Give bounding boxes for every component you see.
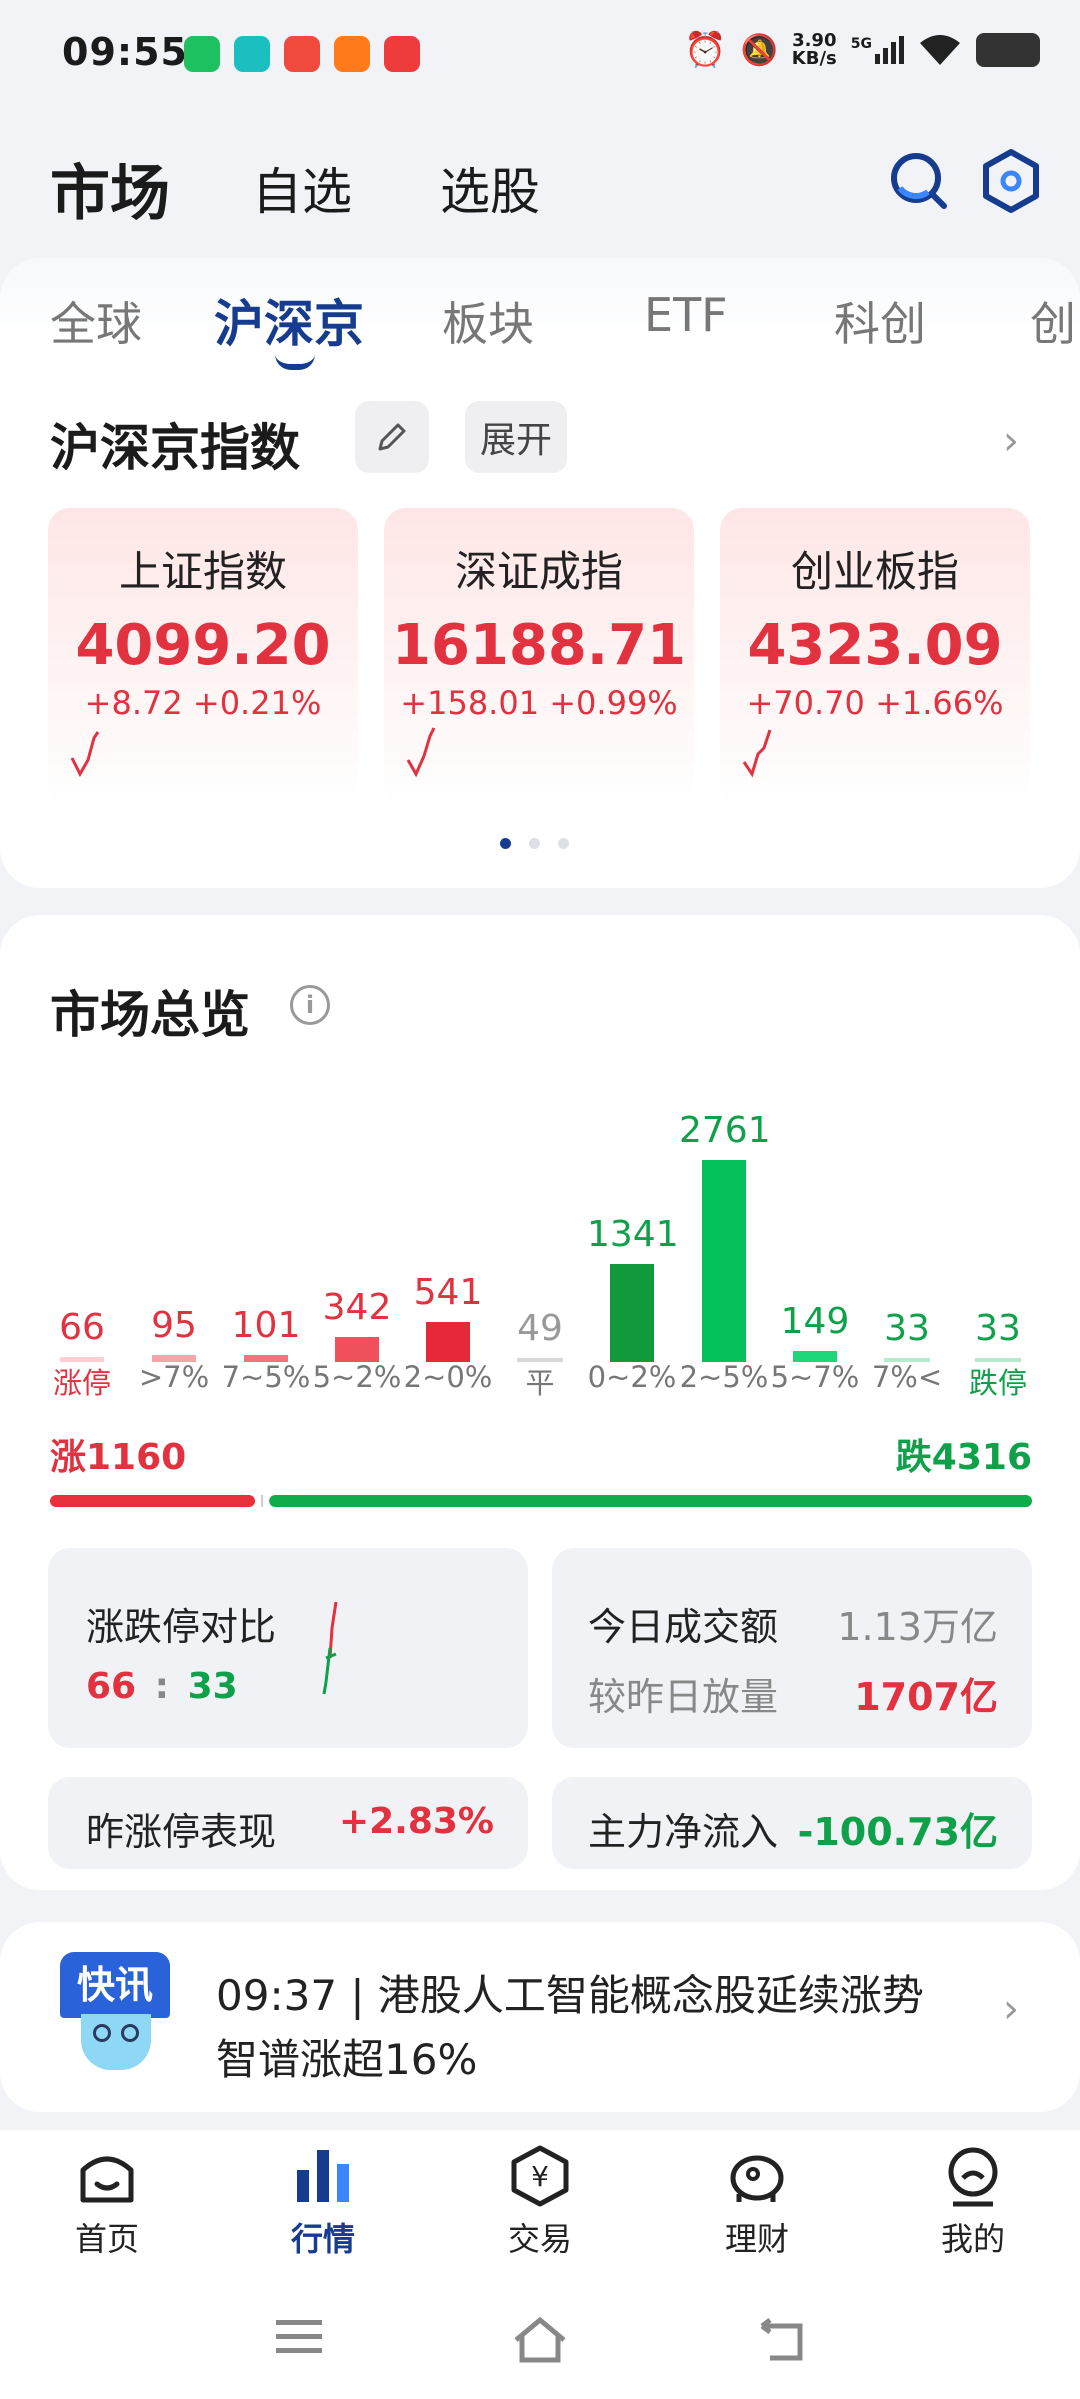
prev-limit-value: +2.83% [338,1801,494,1842]
page-title[interactable]: 市场 [50,145,170,232]
wifi-icon [920,35,960,65]
tab-active-indicator [275,354,315,370]
index-name: 上证指数 [118,547,287,596]
index-card-sh[interactable]: 上证指数 4099.20 +8.72 +0.21% [48,508,358,808]
piggy-bank-icon [730,2155,784,2202]
nav-trade[interactable]: ¥ 交易 [475,2144,605,2260]
limit-compare-values: 66 : 33 [86,1666,238,1707]
market-panel: 全球 沪深京 板块 ETF 科创 创 沪深京指数 展开 › 上证指数 4099.… [0,258,1080,888]
prev-limit-label: 昨涨停表现 [86,1810,277,1854]
news-badge: 快讯 [60,1952,172,2072]
tab-sector[interactable]: 板块 [442,288,534,354]
index-name: 创业板指 [790,547,959,596]
chevron-right-icon[interactable]: › [1003,418,1019,464]
app-icon [284,36,320,72]
sparkline-icon [406,727,436,778]
boss-app-icon [234,36,270,72]
edit-button[interactable] [355,401,429,473]
turnover-value: 1.13万亿 [837,1605,998,1649]
page-dot [529,838,540,849]
index-change: +70.70 +1.66% [746,684,1004,722]
index-card-sz[interactable]: 深证成指 16188.71 +158.01 +0.99% [384,508,694,808]
page-dot [558,838,569,849]
app-icon [334,36,370,72]
wechat-icon [184,36,220,72]
profile-icon [948,2147,998,2207]
signal-icon: 5G [851,36,904,64]
svg-text:¥: ¥ [531,2160,549,2193]
index-value: 4099.20 [75,613,331,678]
index-value: 4323.09 [747,613,1003,678]
up-count-label: 涨1160 [50,1437,187,1478]
alarm-icon: ⏰ [684,30,727,70]
down-count-label: 跌4316 [895,1437,1032,1478]
main-flow-value: -100.73亿 [797,1810,998,1854]
nav-wealth[interactable]: 理财 [692,2144,822,2260]
tab-chinext[interactable]: 创 [1030,288,1076,354]
index-change: +158.01 +0.99% [400,684,678,722]
limit-compare-sparkline [322,1601,338,1695]
overview-title: 市场总览 [50,986,250,1044]
limit-compare-label: 涨跌停对比 [86,1605,277,1649]
back-icon[interactable] [756,2318,806,2364]
up-down-ratio-bar [50,1495,1032,1507]
status-time: 09:55 [62,30,188,74]
sparkline-icon [742,729,772,778]
indices-title: 沪深京指数 [50,419,300,477]
news-line1: 09:37 | 港股人工智能概念股延续涨势 [216,1971,924,2020]
chevron-right-icon[interactable]: › [1003,1986,1019,2032]
down-segment [269,1495,1032,1507]
mute-icon: 🔕 [740,32,778,68]
market-overview-card: 市场总览 i 涨跌停对比 66 : 33 今日成交额 1.13万亿 较昨日放量 … [0,915,1080,1890]
search-icon[interactable] [888,150,950,212]
turnover-label: 今日成交额 [588,1605,779,1649]
status-right: ⏰ 🔕 3.90 KB/s 5G [684,30,1040,70]
tab-hs-bj[interactable]: 沪深京 [214,284,364,356]
menu-icon[interactable] [276,2320,322,2353]
up-segment [50,1495,256,1507]
status-bar: 09:55 ⏰ 🔕 3.90 KB/s 5G [0,0,1080,110]
pencil-icon [378,423,406,451]
bar-chart-icon [297,2150,349,2202]
limit-compare-box[interactable]: 涨跌停对比 66 : 33 [48,1548,528,1748]
tab-etf[interactable]: ETF [644,288,728,342]
carousel-dots [500,838,569,849]
nav-home[interactable]: 首页 [42,2144,172,2260]
battery-icon [976,33,1040,67]
tab-star[interactable]: 科创 [834,288,926,354]
app-icon [384,36,420,72]
turnover-box[interactable]: 今日成交额 1.13万亿 较昨日放量 1707亿 [552,1548,1032,1748]
yuan-hexagon-icon: ¥ [511,2145,569,2207]
bottom-nav: 首页 行情 ¥ 交易 理财 我的 [0,2130,1080,2399]
notification-icons [184,36,420,72]
main-flow-label: 主力净流入 [588,1810,779,1854]
main-flow-box[interactable]: 主力净流入 -100.73亿 [552,1777,1032,1869]
page-header: 市场 自选 选股 [0,120,1080,240]
home-icon [80,2156,134,2203]
nav-mine[interactable]: 我的 [908,2144,1038,2260]
tab-watchlist[interactable]: 自选 [252,152,352,224]
tab-screener[interactable]: 选股 [440,152,540,224]
page-dot [500,838,511,849]
flat-segment [261,1495,264,1507]
home-gesture-icon[interactable] [512,2316,568,2364]
tab-global[interactable]: 全球 [50,288,142,354]
news-ticker[interactable]: 快讯 09:37 | 港股人工智能概念股延续涨势 智谱涨超16% › [0,1922,1080,2112]
info-icon[interactable]: i [290,985,330,1025]
index-card-cyb[interactable]: 创业板指 4323.09 +70.70 +1.66% [720,508,1030,808]
prev-limit-box[interactable]: 昨涨停表现 +2.83% [48,1777,528,1869]
index-value: 16188.71 [391,613,687,678]
expand-button[interactable]: 展开 [465,401,567,473]
settings-hexagon-icon[interactable] [980,148,1042,214]
news-line2: 智谱涨超16% [216,2035,478,2084]
sparkline-icon [70,731,100,778]
turnover-vs-label: 较昨日放量 [588,1675,779,1719]
net-speed: 3.90 KB/s [791,30,837,69]
nav-market[interactable]: 行情 [258,2144,388,2260]
index-change: +8.72 +0.21% [84,684,322,722]
index-name: 深证成指 [454,547,623,596]
turnover-vs-value: 1707亿 [854,1675,998,1719]
